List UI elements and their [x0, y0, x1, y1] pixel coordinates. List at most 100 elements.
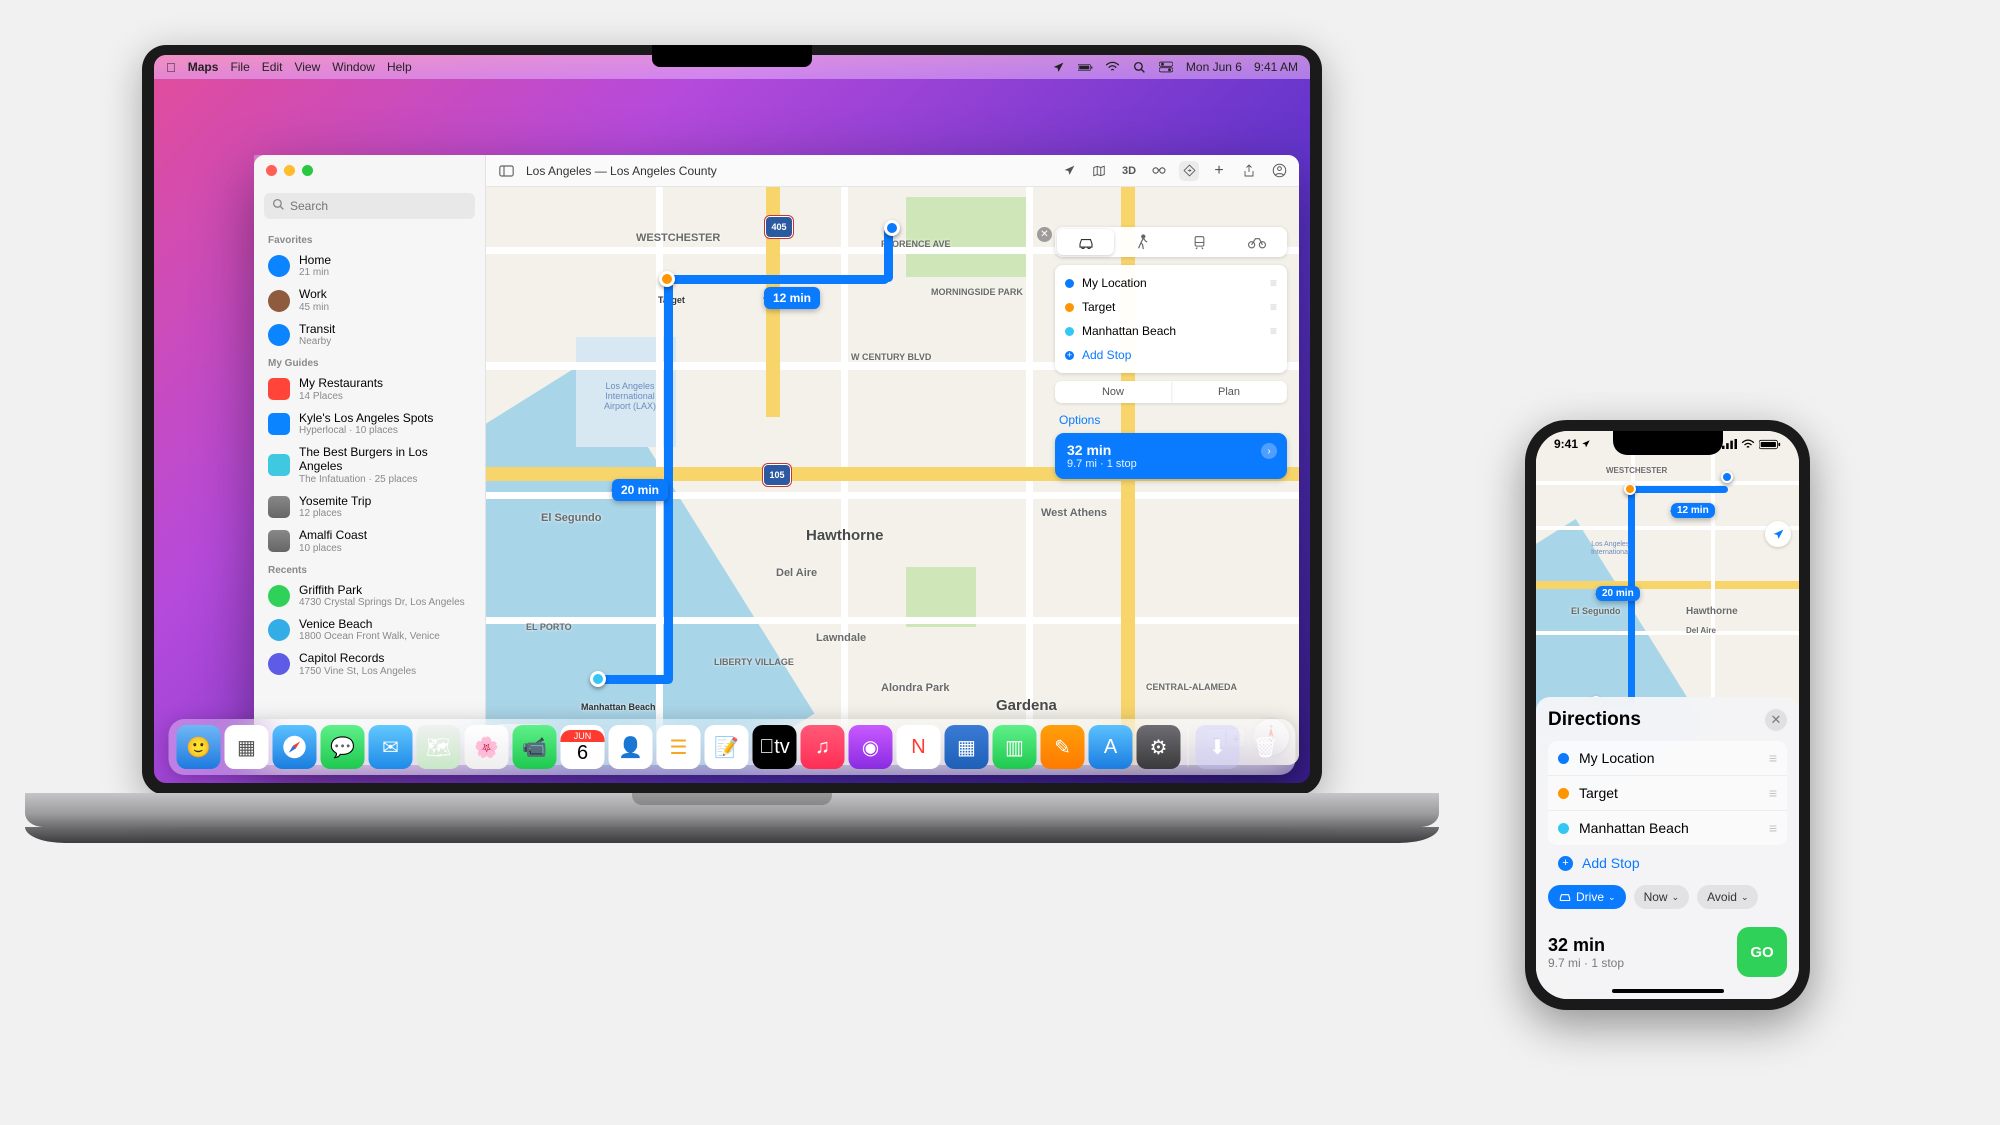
menu-bar-time[interactable]: 9:41 AM	[1254, 60, 1298, 74]
spotlight-icon[interactable]	[1132, 60, 1147, 75]
battery-status-icon[interactable]	[1078, 60, 1093, 75]
dock-settings-icon[interactable]: ⚙︎	[1137, 725, 1181, 769]
iphone-go-button[interactable]: GO	[1737, 927, 1787, 977]
menu-file[interactable]: File	[230, 60, 249, 74]
account-icon[interactable]	[1269, 161, 1289, 181]
map-canvas[interactable]: 405 105 WESTCHESTER El Segundo Hawthorne…	[486, 187, 1299, 765]
sidebar-item[interactable]: The Best Burgers in Los Angeles The Infa…	[254, 441, 485, 490]
stop-label: Manhattan Beach	[1579, 820, 1689, 836]
close-window-button[interactable]	[266, 165, 277, 176]
close-directions-button[interactable]: ✕	[1037, 227, 1052, 242]
menu-help[interactable]: Help	[387, 60, 412, 74]
reorder-handle-icon[interactable]: ≡	[1270, 324, 1277, 338]
timing-plan-button[interactable]: Plan	[1171, 381, 1287, 403]
sidebar-item[interactable]: Transit Nearby	[254, 318, 485, 352]
dock-music-icon[interactable]: ♫	[801, 725, 845, 769]
menu-window[interactable]: Window	[332, 60, 375, 74]
reorder-handle-icon[interactable]: ≡	[1270, 300, 1277, 314]
dock-tv-icon[interactable]: tv	[753, 725, 797, 769]
sidebar-item[interactable]: Amalfi Coast 10 places	[254, 524, 485, 558]
start-route-icon[interactable]: ›	[1261, 443, 1277, 459]
search-input[interactable]	[264, 193, 475, 219]
iphone-home-indicator[interactable]	[1612, 989, 1724, 993]
reorder-handle-icon[interactable]: ≡	[1270, 276, 1277, 290]
mode-transit-button[interactable]	[1171, 229, 1228, 255]
dock-notes-icon[interactable]: 📝	[705, 725, 749, 769]
directions-stop-row[interactable]: Target ≡	[1055, 295, 1287, 319]
dock-pages-icon[interactable]: ✎	[1041, 725, 1085, 769]
dock-keynote-icon[interactable]: ▦	[945, 725, 989, 769]
label-liberty: LIBERTY VILLAGE	[714, 657, 794, 667]
sidebar-item[interactable]: Work 45 min	[254, 283, 485, 317]
sidebar-item[interactable]: Home 21 min	[254, 249, 485, 283]
sidebar-item[interactable]: Venice Beach 1800 Ocean Front Walk, Veni…	[254, 613, 485, 647]
dock-facetime-icon[interactable]: 📹	[513, 725, 557, 769]
chip-now[interactable]: Now ⌄	[1634, 885, 1690, 909]
chip-drive[interactable]: Drive ⌄	[1548, 885, 1626, 909]
menu-edit[interactable]: Edit	[262, 60, 283, 74]
iphone-add-stop-button[interactable]: +Add Stop	[1548, 845, 1787, 873]
add-icon[interactable]: +	[1209, 161, 1229, 181]
map-mode-icon[interactable]	[1089, 161, 1109, 181]
dock-launchpad-icon[interactable]: ▦	[225, 725, 269, 769]
iphone-stop-row[interactable]: Target ≡	[1548, 776, 1787, 811]
dock-photos-icon[interactable]: 🌸	[465, 725, 509, 769]
options-link[interactable]: Options	[1059, 413, 1287, 427]
minimize-window-button[interactable]	[284, 165, 295, 176]
zoom-window-button[interactable]	[302, 165, 313, 176]
dock-numbers-icon[interactable]: ▥	[993, 725, 1037, 769]
iphone-stop-row[interactable]: Manhattan Beach ≡	[1548, 811, 1787, 845]
reorder-handle-icon[interactable]: ≡	[1769, 750, 1777, 766]
dock-calendar-icon[interactable]: JUN6	[561, 725, 605, 769]
dock-messages-icon[interactable]: 💬	[321, 725, 365, 769]
app-menu[interactable]: Maps	[188, 60, 219, 74]
look-around-icon[interactable]	[1149, 161, 1169, 181]
share-icon[interactable]	[1239, 161, 1259, 181]
menu-bar-date[interactable]: Mon Jun 6	[1186, 60, 1242, 74]
timing-now-button[interactable]: Now	[1055, 381, 1171, 403]
stop-dot-icon	[1558, 823, 1569, 834]
iphone-locate-button[interactable]	[1765, 521, 1791, 547]
iphone-close-button[interactable]: ✕	[1765, 709, 1787, 731]
list-item-icon	[268, 653, 290, 675]
dock-reminders-icon[interactable]: ☰	[657, 725, 701, 769]
sidebar-item[interactable]: Capitol Records 1750 Vine St, Los Angele…	[254, 647, 485, 681]
list-item-subtitle: 1750 Vine St, Los Angeles	[299, 666, 416, 678]
dock-contacts-icon[interactable]: 👤	[609, 725, 653, 769]
dock-appstore-icon[interactable]: A	[1089, 725, 1133, 769]
add-stop-button[interactable]: +Add Stop	[1055, 343, 1287, 367]
sidebar-toggle-icon[interactable]	[496, 161, 516, 181]
apple-menu-icon[interactable]: 	[166, 60, 176, 75]
location-status-icon[interactable]	[1051, 60, 1066, 75]
mode-drive-button[interactable]	[1057, 229, 1114, 255]
control-center-icon[interactable]	[1159, 60, 1174, 75]
menu-view[interactable]: View	[294, 60, 320, 74]
iphone-pill-2: 20 min	[1596, 586, 1640, 601]
dock-safari-icon[interactable]	[273, 725, 317, 769]
dock-news-icon[interactable]: N	[897, 725, 941, 769]
directions-stop-row[interactable]: My Location ≡	[1055, 271, 1287, 295]
locate-me-icon[interactable]	[1059, 161, 1079, 181]
wifi-status-icon[interactable]	[1105, 60, 1120, 75]
reorder-handle-icon[interactable]: ≡	[1769, 785, 1777, 801]
sidebar-item[interactable]: Yosemite Trip 12 places	[254, 490, 485, 524]
chip-avoid[interactable]: Avoid ⌄	[1697, 885, 1758, 909]
dock-finder-icon[interactable]: 🙂	[177, 725, 221, 769]
reorder-handle-icon[interactable]: ≡	[1769, 820, 1777, 836]
sidebar-item[interactable]: Kyle's Los Angeles Spots Hyperlocal · 10…	[254, 407, 485, 441]
sidebar-item[interactable]: Griffith Park 4730 Crystal Springs Dr, L…	[254, 579, 485, 613]
dock-mail-icon[interactable]: ✉︎	[369, 725, 413, 769]
dock-trash-icon[interactable]: 🗑	[1244, 725, 1288, 769]
dock-downloads-icon[interactable]: ⬇︎	[1196, 725, 1240, 769]
mode-walk-button[interactable]	[1114, 229, 1171, 255]
mode-cycle-button[interactable]	[1228, 229, 1285, 255]
dock-maps-icon[interactable]: 🗺	[417, 725, 461, 769]
iphone-stop-row[interactable]: My Location ≡	[1548, 741, 1787, 776]
list-item-icon	[268, 324, 290, 346]
directions-toolbar-icon[interactable]	[1179, 161, 1199, 181]
3d-toggle[interactable]: 3D	[1119, 161, 1139, 181]
sidebar-item[interactable]: My Restaurants 14 Places	[254, 372, 485, 406]
route-result-card[interactable]: 32 min 9.7 mi · 1 stop ›	[1055, 433, 1287, 479]
directions-stop-row[interactable]: Manhattan Beach ≡	[1055, 319, 1287, 343]
dock-podcasts-icon[interactable]: ◉	[849, 725, 893, 769]
